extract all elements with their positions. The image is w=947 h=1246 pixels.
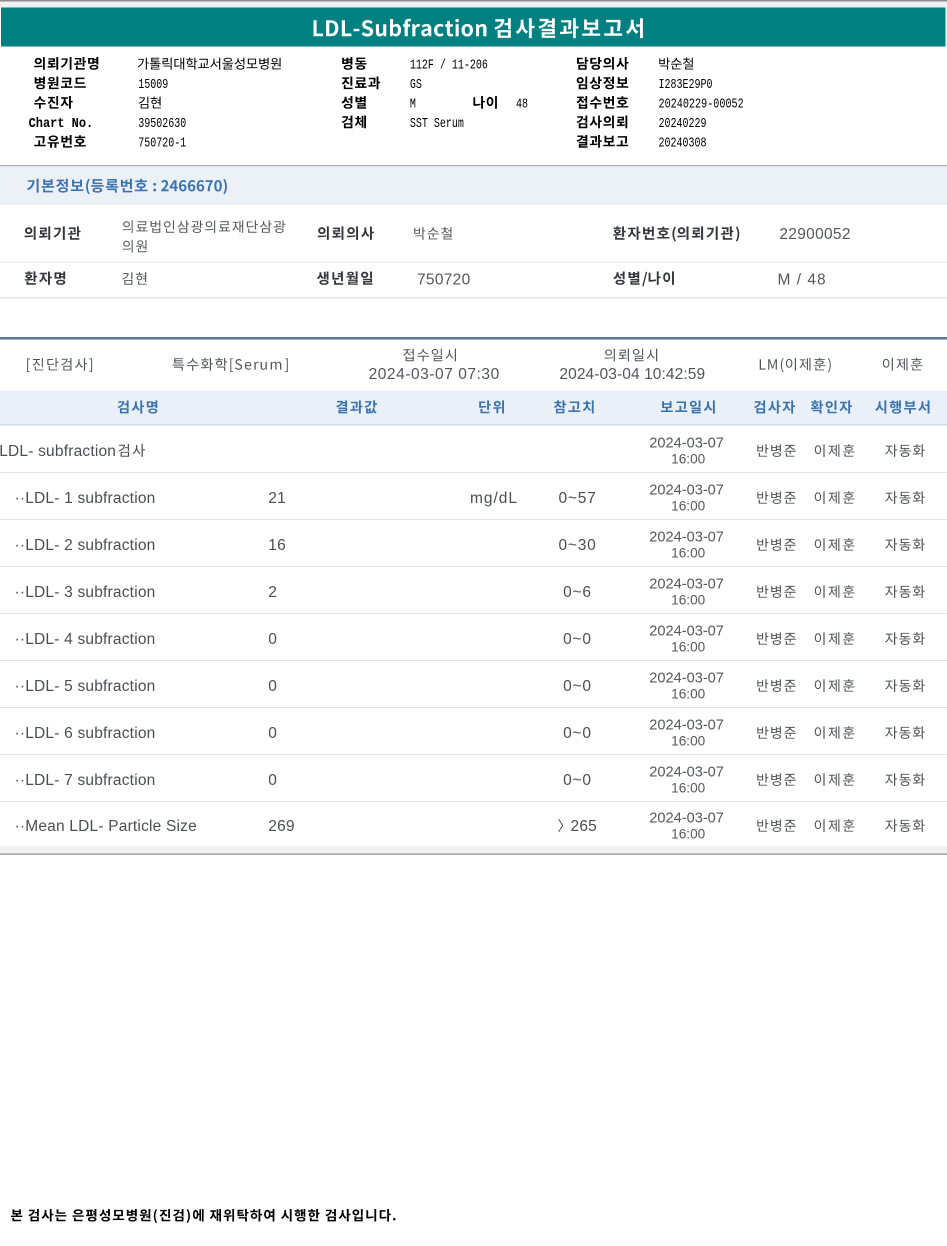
- svg-text:2024-03-07: 2024-03-07: [649, 576, 724, 592]
- svg-text:48: 48: [516, 96, 528, 112]
- svg-text:22900052: 22900052: [779, 226, 850, 243]
- svg-text:2024-03-07: 2024-03-07: [649, 529, 724, 545]
- svg-text:21: 21: [268, 490, 286, 507]
- svg-text:16:00: 16:00: [671, 734, 705, 749]
- svg-text:··LDL- 4 subfraction: ··LDL- 4 subfraction: [15, 631, 156, 648]
- svg-text:16:00: 16:00: [671, 827, 705, 842]
- svg-text:16:00: 16:00: [671, 499, 705, 514]
- svg-text:2024-03-07: 2024-03-07: [649, 482, 724, 498]
- svg-text:16: 16: [268, 537, 286, 554]
- svg-text:16:00: 16:00: [671, 640, 705, 655]
- svg-text:··LDL- 3 subfraction: ··LDL- 3 subfraction: [15, 584, 156, 601]
- svg-text:2024-03-07: 2024-03-07: [649, 435, 724, 451]
- svg-text:2024-03-07: 2024-03-07: [649, 764, 724, 780]
- svg-text:GS: GS: [410, 77, 422, 93]
- svg-text:Chart No.: Chart No.: [29, 115, 94, 131]
- svg-text:2024-03-07: 2024-03-07: [649, 717, 724, 733]
- svg-text:0~0: 0~0: [563, 631, 592, 648]
- svg-text:SST Serum: SST Serum: [410, 116, 464, 132]
- svg-text:0~0: 0~0: [563, 725, 592, 742]
- svg-text:16:00: 16:00: [671, 781, 705, 796]
- svg-text:··LDL- 1 subfraction: ··LDL- 1 subfraction: [15, 490, 156, 507]
- svg-text:I283E29P0: I283E29P0: [659, 77, 713, 93]
- svg-text:··LDL- 7 subfraction: ··LDL- 7 subfraction: [15, 772, 156, 789]
- svg-text:20240308: 20240308: [659, 135, 707, 151]
- svg-text:16:00: 16:00: [671, 687, 705, 702]
- svg-text:mg/dL: mg/dL: [470, 490, 518, 507]
- svg-text:0: 0: [268, 678, 277, 695]
- svg-text:0~57: 0~57: [558, 490, 596, 507]
- svg-text:16:00: 16:00: [671, 452, 705, 467]
- svg-text:0: 0: [268, 772, 277, 789]
- svg-text:0: 0: [268, 631, 277, 648]
- svg-text:LDL- subfraction: LDL- subfraction: [0, 443, 116, 460]
- svg-text:··LDL- 6 subfraction: ··LDL- 6 subfraction: [15, 725, 156, 742]
- svg-text:0~30: 0~30: [558, 537, 596, 554]
- svg-text:0~0: 0~0: [563, 772, 592, 789]
- svg-text:··Mean LDL- Particle Size: ··Mean LDL- Particle Size: [15, 818, 197, 835]
- svg-text:16:00: 16:00: [671, 593, 705, 608]
- svg-text:··LDL- 2 subfraction: ··LDL- 2 subfraction: [15, 537, 156, 554]
- svg-text:··LDL- 5 subfraction: ··LDL- 5 subfraction: [15, 678, 156, 695]
- svg-text:M: M: [410, 96, 416, 112]
- svg-text:0~6: 0~6: [563, 584, 592, 601]
- svg-text:269: 269: [268, 818, 294, 835]
- svg-text:39502630: 39502630: [138, 116, 186, 132]
- svg-text:20240229-00052: 20240229-00052: [659, 96, 744, 112]
- svg-text:750720-1: 750720-1: [138, 135, 186, 151]
- svg-text:2024-03-07: 2024-03-07: [649, 810, 724, 826]
- svg-text:265: 265: [571, 818, 597, 835]
- svg-text:2024-03-07: 2024-03-07: [649, 623, 724, 639]
- svg-text:2024-03-07 07:30: 2024-03-07 07:30: [369, 366, 500, 383]
- svg-text:15009: 15009: [138, 77, 168, 93]
- svg-text:112F / 11-206: 112F / 11-206: [410, 57, 488, 73]
- svg-text:2: 2: [268, 584, 277, 601]
- svg-text:20240229: 20240229: [659, 116, 707, 132]
- svg-text:750720: 750720: [417, 271, 471, 288]
- svg-text:2024-03-07: 2024-03-07: [649, 670, 724, 686]
- svg-text:0: 0: [268, 725, 277, 742]
- svg-text:0~0: 0~0: [563, 678, 592, 695]
- svg-text:M / 48: M / 48: [778, 271, 827, 288]
- svg-text:2024-03-04 10:42:59: 2024-03-04 10:42:59: [559, 366, 705, 383]
- svg-text:16:00: 16:00: [671, 546, 705, 561]
